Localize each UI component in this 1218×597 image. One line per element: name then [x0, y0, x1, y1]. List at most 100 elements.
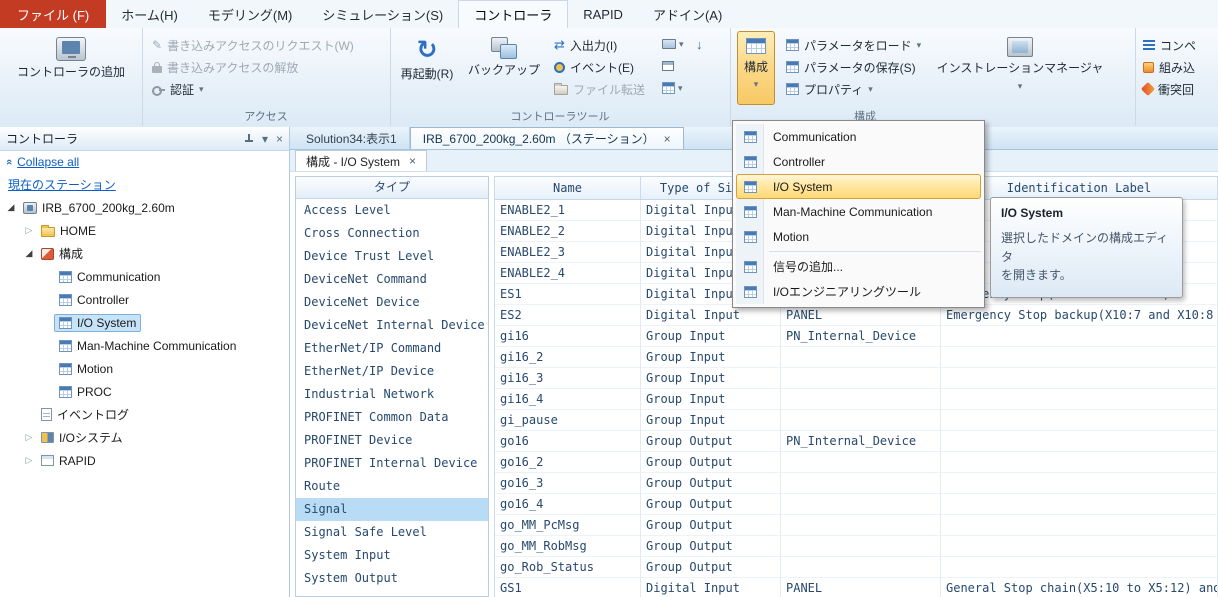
menu-item[interactable]: Man-Machine Communication [736, 199, 981, 224]
file-transfer-button[interactable]: ファイル転送 [550, 78, 649, 100]
window-button[interactable] [662, 56, 674, 76]
layout-button[interactable]: ▾ [662, 78, 683, 98]
table-row[interactable]: gi16_3Group Input [495, 368, 1218, 389]
type-list-item[interactable]: Device Trust Level [296, 245, 488, 268]
chevron-down-icon[interactable]: ▾ [262, 132, 268, 146]
save-parameters-label: パラメータの保存(S) [804, 59, 916, 76]
expander-open-icon[interactable]: ◢ [4, 202, 18, 213]
ribbon-tab[interactable]: モデリング(M) [193, 0, 308, 28]
table-row[interactable]: gi16Group InputPN_Internal_Device [495, 326, 1218, 347]
ribbon-tab[interactable]: コントローラ [458, 0, 568, 29]
collision-button[interactable]: 衝突回 [1139, 78, 1198, 100]
table-row[interactable]: go_MM_RobMsgGroup Output [495, 536, 1218, 557]
properties-button[interactable]: プロパティ ▾ [782, 78, 877, 100]
ribbon-group-right: コンペ 組み込 衝突回 [1135, 28, 1218, 126]
table-row[interactable]: gi16_2Group Input [495, 347, 1218, 368]
inputs-outputs-button[interactable]: ⇄ 入出力(I) [550, 34, 621, 56]
grid-icon [662, 82, 675, 94]
load-parameters-button[interactable]: パラメータをロード ▾ [782, 34, 925, 56]
ribbon-tab[interactable]: RAPID [568, 0, 638, 28]
type-list-item[interactable]: Signal [296, 498, 488, 521]
jump-button[interactable]: ↓ [696, 34, 703, 54]
type-list-item[interactable]: PROFINET Device [296, 429, 488, 452]
table-row[interactable]: go16Group OutputPN_Internal_Device [495, 431, 1218, 452]
tree-item[interactable]: I/O System [0, 311, 289, 334]
ribbon-tab[interactable]: シミュレーション(S) [307, 0, 458, 28]
type-list-item[interactable]: PROFINET Common Data [296, 406, 488, 429]
close-icon[interactable]: × [409, 154, 416, 168]
type-list-item[interactable]: DeviceNet Internal Device [296, 314, 488, 337]
type-list-item[interactable]: DeviceNet Device [296, 291, 488, 314]
monitor-button[interactable]: ▾ [662, 34, 684, 54]
table-row[interactable]: go16_3Group Output [495, 473, 1218, 494]
tree-item[interactable]: PROC [0, 380, 289, 403]
table-row[interactable]: ES2Digital InputPANELEmergency Stop back… [495, 305, 1218, 326]
type-list-item[interactable]: EtherNet/IP Command [296, 337, 488, 360]
tree-item[interactable]: ▷I/Oシステム [0, 426, 289, 449]
expander-open-icon[interactable]: ◢ [22, 248, 36, 259]
document-tab[interactable]: Solution34:表示1 [294, 127, 410, 149]
menu-item[interactable]: I/Oエンジニアリングツール [736, 279, 981, 304]
events-button[interactable]: イベント(E) [550, 56, 638, 78]
tree-item[interactable]: ▷HOME [0, 219, 289, 242]
type-list-item[interactable]: Industrial Network [296, 383, 488, 406]
configuration-button[interactable]: 構成 ▾ [737, 31, 775, 105]
menu-item[interactable]: 信号の追加... [736, 254, 981, 279]
add-controller-button[interactable]: コントローラの追加 [15, 30, 127, 80]
table-row[interactable]: go_MM_PcMsgGroup Output [495, 515, 1218, 536]
tree-item[interactable]: ◢構成 [0, 242, 289, 265]
table-row[interactable]: go_Rob_StatusGroup Output [495, 557, 1218, 578]
table-row[interactable]: go16_4Group Output [495, 494, 1218, 515]
ribbon-tab[interactable]: ホーム(H) [106, 0, 193, 28]
type-list-item[interactable]: Signal Safe Level [296, 521, 488, 544]
type-list-item[interactable]: Access Level [296, 199, 488, 222]
save-parameters-button[interactable]: パラメータの保存(S) [782, 56, 920, 78]
table-row[interactable]: gi16_4Group Input [495, 389, 1218, 410]
type-list-item[interactable]: EtherNet/IP Device [296, 360, 488, 383]
close-icon[interactable]: × [664, 132, 671, 146]
table-cell [941, 473, 1218, 494]
pin-icon[interactable] [244, 134, 254, 144]
request-write-access-button[interactable]: ✎ 書き込みアクセスのリクエスト(W) [148, 34, 358, 56]
file-tab[interactable]: ファイル (F) [0, 0, 106, 28]
type-list-item[interactable]: System Output [296, 567, 488, 590]
current-station-link[interactable]: 現在のステーション [8, 176, 116, 193]
expander-closed-icon[interactable]: ▷ [22, 432, 36, 443]
tree-item[interactable]: イベントログ [0, 403, 289, 426]
tree-item[interactable]: Communication [0, 265, 289, 288]
installation-manager-button[interactable]: インストレーションマネージャ ▾ [935, 30, 1105, 92]
close-icon[interactable]: × [276, 132, 283, 146]
backup-button[interactable]: バックアップ [462, 30, 546, 78]
type-list-item[interactable]: DeviceNet Command [296, 268, 488, 291]
builtin-button[interactable]: 組み込 [1139, 56, 1199, 78]
type-list-item[interactable]: PROFINET Internal Device [296, 452, 488, 475]
tree-item[interactable]: Motion [0, 357, 289, 380]
editor-tab-config-io-system[interactable]: 構成 - I/O System × [295, 150, 427, 171]
table-row[interactable]: gi_pauseGroup Input [495, 410, 1218, 431]
restart-button[interactable]: ↻ 再起動(R) [396, 30, 458, 82]
tree-item[interactable]: ▷RAPID [0, 449, 289, 472]
menu-item[interactable]: Controller [736, 149, 981, 174]
expander-closed-icon[interactable]: ▷ [22, 455, 36, 466]
column-header[interactable]: Name [495, 177, 641, 199]
menu-item[interactable]: I/O System [736, 174, 981, 199]
expander-closed-icon[interactable]: ▷ [22, 225, 36, 236]
tree-item[interactable]: Controller [0, 288, 289, 311]
release-write-access-button[interactable]: 書き込みアクセスの解放 [148, 56, 302, 78]
grid-icon [786, 61, 799, 73]
type-list-item[interactable]: Cross Connection [296, 222, 488, 245]
tree-item[interactable]: Man-Machine Communication [0, 334, 289, 357]
table-row[interactable]: go16_2Group Output [495, 452, 1218, 473]
type-list-item[interactable]: System Input [296, 544, 488, 567]
document-tab[interactable]: IRB_6700_200kg_2.60m （ステーション）× [410, 127, 684, 149]
table-row[interactable]: GS1Digital InputPANELGeneral Stop chain(… [495, 578, 1218, 597]
ribbon-tab[interactable]: アドイン(A) [638, 0, 737, 28]
tree-item[interactable]: 現在のステーション [0, 173, 289, 196]
type-list-item[interactable]: Route [296, 475, 488, 498]
collapse-all-link[interactable]: Collapse all [17, 155, 79, 169]
compare-button[interactable]: コンペ [1139, 34, 1200, 56]
menu-item[interactable]: Motion [736, 224, 981, 249]
tree-item[interactable]: ◢IRB_6700_200kg_2.60m [0, 196, 289, 219]
authenticate-button[interactable]: 認証 ▾ [148, 78, 208, 100]
menu-item[interactable]: Communication [736, 124, 981, 149]
